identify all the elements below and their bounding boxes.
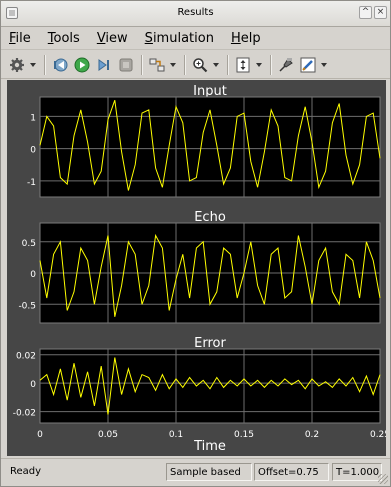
error-xtick-label: 0.05 [98,430,118,440]
style-dropdown[interactable] [320,55,328,75]
style-button[interactable] [298,55,318,75]
menu-simulation-mnemonic: S [144,31,153,46]
error-ytick-label: -0.02 [13,409,36,419]
error-ytick-label: 0 [30,380,36,390]
resize-grip[interactable] [378,474,388,484]
menu-tools[interactable]: Tools [48,31,80,46]
input-ytick-label: 1 [30,113,36,123]
zoom-button[interactable] [190,55,210,75]
results-window: Results ^ × File Tools View Simulation H… [0,0,391,487]
error-xtick-label: 0.25 [370,430,386,440]
step-back-button[interactable] [50,55,70,75]
menu-file-label: ile [15,31,31,46]
menu-simulation-label: imulation [152,31,214,46]
toolbar-separator [184,54,185,75]
error-xtick-label: 0.1 [169,430,183,440]
echo-ytick-label: -0.5 [18,301,36,311]
toolbar-separator [141,54,142,75]
input-ytick-label: 0 [30,146,36,156]
step-back-icon [54,58,68,71]
error-xtick-label: 0.2 [305,430,319,440]
scope-plots: Input10-1Echo0.50-0.5Error0.020-0.020 0.0… [13,84,386,454]
run-icon [74,57,90,72]
stop-icon [119,58,133,71]
menu-view-label: iew [105,31,128,46]
autoscale-button[interactable] [233,55,253,75]
run-button[interactable] [72,55,92,75]
status-sample-mode: Sample based [166,463,252,481]
signal-highlight-dropdown[interactable] [169,55,177,75]
close-button[interactable]: × [374,6,387,19]
menu-tools-label: ools [53,31,80,46]
style-icon [300,57,316,72]
error-ytick-label: 0.02 [16,352,36,362]
settings-icon [10,57,24,72]
echo-ytick-label: 0 [30,270,36,280]
echo-ytick-label: 0.5 [22,239,36,249]
toolbar-separator [44,54,45,75]
zoom-dropdown[interactable] [212,55,220,75]
settings-button[interactable] [7,55,27,75]
menu-file[interactable]: File [9,31,31,46]
scope-display: Input 1 0 -1 Echo 0.5 0 -0.5 Error 0.02 0 -0.02 0 0.0… [7,80,386,456]
x-axis-label: Time [193,439,226,454]
input-ytick-label: -1 [27,178,36,188]
step-forward-icon [98,58,109,71]
menu-help-mnemonic: H [230,31,241,46]
signal-highlight-icon [149,58,165,71]
toolbar-separator [227,54,228,75]
signal-highlight-button[interactable] [147,55,167,75]
error-xtick-label: 0 [37,430,43,440]
bring-to-front-icon [279,57,293,72]
status-time: T=1.000 [332,463,382,481]
status-ready: Ready [10,466,42,477]
menu-help[interactable]: Help [231,31,261,46]
stop-button[interactable] [116,55,136,75]
window-controls: ^ × [359,6,387,19]
menu-help-label: elp [240,31,261,46]
toolbar [1,51,390,79]
menu-bar: File Tools View Simulation Help [1,28,390,50]
menu-view[interactable]: View [97,31,128,46]
autoscale-icon [236,57,250,72]
menu-simulation[interactable]: Simulation [145,31,214,46]
settings-dropdown[interactable] [29,55,37,75]
status-offset: Offset=0.75 [254,463,329,481]
maximize-button[interactable]: ^ [359,6,372,19]
autoscale-dropdown[interactable] [255,55,263,75]
bring-to-front-button[interactable] [276,55,296,75]
toolbar-separator [270,54,271,75]
step-forward-button[interactable] [94,55,114,75]
title-bar[interactable]: Results ^ × [1,1,390,27]
error-xtick-label: 0.15 [234,430,254,440]
window-title: Results [177,7,214,18]
status-bar: Ready Sample based Offset=0.75 T=1.000 [1,458,390,486]
zoom-icon [193,57,208,72]
